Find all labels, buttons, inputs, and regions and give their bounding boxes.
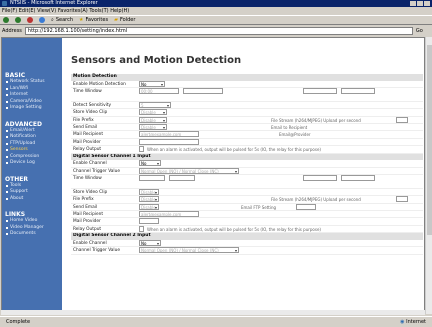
page-viewport: BASIC Network Status Lan/Wifi Internet C… bbox=[1, 37, 425, 314]
refresh-button[interactable] bbox=[39, 17, 45, 23]
main-content: Sensors and Motion Detection Motion Dete… bbox=[68, 38, 424, 313]
send-ch1-select[interactable]: Disable bbox=[139, 203, 159, 210]
menu-bar[interactable]: File(F) Edit(E) View(V) Favorites(A) Too… bbox=[0, 7, 432, 15]
row-store-ch1: Store Video Clip Disable bbox=[71, 188, 423, 197]
address-input[interactable]: http://192.168.1.100/setting/index.html bbox=[24, 27, 413, 35]
ch1-time-extra-1[interactable] bbox=[303, 174, 337, 181]
recipient-field[interactable]: alert@example.com bbox=[139, 131, 199, 138]
ch1-time-extra-2[interactable] bbox=[341, 174, 375, 181]
sidebar-item-about[interactable]: About bbox=[2, 196, 62, 203]
folder-button[interactable]: ▰ Folder bbox=[114, 15, 135, 25]
row-recipient-ch1: Mail Recipient alert@example.com bbox=[71, 211, 423, 219]
globe-icon: ◉ bbox=[400, 319, 405, 325]
row-relay-output: Relay Output When an alarm is activated,… bbox=[71, 146, 423, 154]
relay-checkbox[interactable] bbox=[139, 146, 144, 153]
row-enable-md: Enable Motion Detection No bbox=[71, 80, 423, 88]
row-enable-ch1: Enable Channel No bbox=[71, 160, 423, 168]
row-time-window-ch1: Time Window bbox=[71, 174, 423, 189]
upload-ch1-field[interactable] bbox=[396, 196, 408, 203]
window-title: NTSIIS - Microsoft Internet Explorer bbox=[10, 0, 98, 6]
row-mail-provider: Mail Provider bbox=[71, 138, 423, 147]
store-ch1-select[interactable]: Disable bbox=[139, 188, 159, 195]
row-mail-recipient: Mail Recipient alert@example.com Email@P… bbox=[71, 131, 423, 139]
time-extra-2[interactable] bbox=[341, 87, 375, 94]
enable-ch2-select[interactable]: No bbox=[139, 239, 161, 246]
scroll-thumb[interactable] bbox=[427, 45, 432, 235]
row-trigger2: Channel Trigger Value Normal Open (NO) /… bbox=[71, 247, 423, 255]
row-send-ch1: Send Email Disable Email FTP Setting bbox=[71, 203, 423, 212]
row-enable-ch2: Enable Channel No bbox=[71, 239, 423, 248]
sidebar-item-image[interactable]: Image Setting bbox=[2, 105, 62, 112]
sidebar-head-basic: BASIC bbox=[5, 72, 26, 79]
stop-button[interactable] bbox=[27, 17, 33, 23]
page-title: Sensors and Motion Detection bbox=[71, 55, 242, 66]
address-bar: Address http://192.168.1.100/setting/ind… bbox=[0, 26, 432, 36]
favorites-button[interactable]: ★ Favorites bbox=[79, 15, 108, 25]
row-prefix-ch1: File Prefix Disable File Stream (h264/MJ… bbox=[71, 196, 423, 204]
toolbar: ⌕ Search ★ Favorites ▰ Folder bbox=[0, 15, 432, 25]
back-icon[interactable] bbox=[3, 17, 9, 23]
row-trigger1: Channel Trigger Value Normal Open (NO) /… bbox=[71, 167, 423, 175]
recipient-ch1-field[interactable]: alert@example.com bbox=[139, 211, 199, 218]
address-label: Address bbox=[2, 28, 22, 34]
search-button[interactable]: ⌕ Search bbox=[51, 15, 73, 25]
forward-icon[interactable] bbox=[15, 17, 21, 23]
folder-icon: ▰ bbox=[114, 17, 118, 23]
time-to-field[interactable] bbox=[183, 87, 223, 94]
ch1-time-from[interactable] bbox=[139, 174, 165, 181]
sidebar-head-links: LINKS bbox=[5, 211, 26, 218]
vertical-scrollbar[interactable] bbox=[425, 37, 432, 314]
row-relay-ch1: Relay Output When an alarm is activated,… bbox=[71, 225, 423, 234]
title-bar: NTSIIS - Microsoft Internet Explorer bbox=[0, 0, 432, 7]
row-time-window: Time Window 00:00 bbox=[71, 87, 423, 102]
detect-select[interactable]: 5 bbox=[139, 101, 171, 108]
ch1-time-to[interactable] bbox=[169, 174, 195, 181]
row-store-video: Store Video Clip Disable bbox=[71, 109, 423, 117]
prefix-ch1-select[interactable]: Disable bbox=[139, 196, 159, 203]
search-icon: ⌕ bbox=[51, 17, 54, 23]
prefix-select[interactable]: Disable bbox=[139, 116, 167, 123]
browser-window: NTSIIS - Microsoft Internet Explorer Fil… bbox=[0, 0, 432, 326]
sidebar-item-documents[interactable]: Documents bbox=[2, 231, 62, 238]
sidebar-item-device-log[interactable]: Device Log bbox=[2, 160, 62, 167]
email-ftp-ch1-field[interactable] bbox=[296, 203, 316, 210]
settings-form: Motion Detection Enable Motion Detection… bbox=[71, 74, 423, 255]
ie-icon bbox=[2, 1, 7, 6]
enable-ch1-select[interactable]: No bbox=[139, 160, 161, 167]
status-bar: Complete ◉ Internet bbox=[0, 316, 432, 326]
store-select[interactable]: Disable bbox=[139, 109, 167, 116]
row-provider-ch1: Mail Provider bbox=[71, 218, 423, 226]
go-button[interactable]: Go bbox=[416, 28, 423, 34]
upload-max-field[interactable] bbox=[396, 116, 408, 123]
maximize-button[interactable] bbox=[417, 1, 423, 6]
relay-ch1-checkbox[interactable] bbox=[139, 225, 144, 232]
sidebar-head-other: OTHER bbox=[5, 175, 28, 183]
close-button[interactable] bbox=[424, 1, 430, 6]
row-detect: Detect Sensitivity 5 bbox=[71, 101, 423, 110]
provider-ch1-field[interactable] bbox=[139, 218, 159, 225]
time-extra-1[interactable] bbox=[303, 87, 337, 94]
provider-field[interactable] bbox=[139, 138, 199, 145]
trigger1-select[interactable]: Normal Open (NO) / Normal Close (NC) bbox=[139, 167, 239, 174]
minimize-button[interactable] bbox=[410, 1, 416, 6]
sidebar-head-advanced: ADVANCED bbox=[5, 120, 43, 128]
horizontal-scrollbar[interactable] bbox=[1, 310, 425, 315]
row-send-email: Send Email Disable Email to Recipient bbox=[71, 124, 423, 132]
star-icon: ★ bbox=[79, 17, 84, 23]
time-from-field[interactable]: 00:00 bbox=[139, 87, 179, 94]
row-file-prefix: File Prefix Disable File Stream (h264/MJ… bbox=[71, 116, 423, 125]
trigger2-select[interactable]: Normal Open (NO) / Normal Close (NC) bbox=[139, 247, 239, 254]
status-text: Complete bbox=[6, 319, 31, 325]
enable-md-select[interactable]: No bbox=[139, 80, 165, 87]
send-select[interactable]: Disable bbox=[139, 124, 167, 131]
sidebar: BASIC Network Status Lan/Wifi Internet C… bbox=[2, 38, 62, 313]
